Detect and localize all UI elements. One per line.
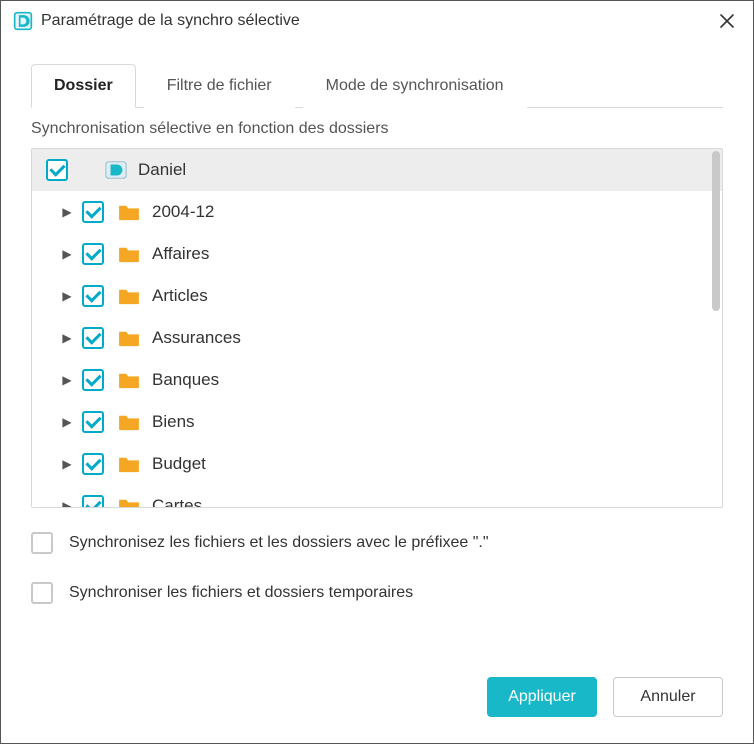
app-icon xyxy=(13,11,33,31)
tree-checkbox[interactable] xyxy=(82,411,104,433)
tree-checkbox[interactable] xyxy=(82,369,104,391)
tree-row[interactable]: ▶ 2004-12 xyxy=(32,191,722,233)
tree-row[interactable]: ▶ Affaires xyxy=(32,233,722,275)
tree-row[interactable]: ▶ Cartes xyxy=(32,485,722,507)
folder-icon xyxy=(118,371,140,389)
expand-icon[interactable]: ▶ xyxy=(60,457,74,471)
expand-icon[interactable]: ▶ xyxy=(60,247,74,261)
tab-mode-synchronisation[interactable]: Mode de synchronisation xyxy=(303,64,527,108)
tree-checkbox[interactable] xyxy=(82,243,104,265)
folder-icon xyxy=(118,287,140,305)
tree-root-checkbox[interactable] xyxy=(46,159,68,181)
tree-row-label: 2004-12 xyxy=(152,202,214,222)
folder-icon xyxy=(118,413,140,431)
drive-icon xyxy=(104,158,128,182)
expand-icon[interactable]: ▶ xyxy=(60,499,74,507)
titlebar: Paramétrage de la synchro sélective xyxy=(1,1,753,39)
option-sync-prefix: Synchronisez les fichiers et les dossier… xyxy=(31,532,723,554)
expand-icon[interactable]: ▶ xyxy=(60,415,74,429)
tree-checkbox[interactable] xyxy=(82,285,104,307)
tree-row-label: Affaires xyxy=(152,244,209,264)
options: Synchronisez les fichiers et les dossier… xyxy=(31,532,723,632)
tab-dossier[interactable]: Dossier xyxy=(31,64,136,108)
tree-checkbox[interactable] xyxy=(82,327,104,349)
close-icon xyxy=(720,14,734,28)
tree-checkbox[interactable] xyxy=(82,453,104,475)
scrollbar-thumb[interactable] xyxy=(712,151,720,311)
tree-row[interactable]: ▶ Articles xyxy=(32,275,722,317)
expand-icon[interactable]: ▶ xyxy=(60,331,74,345)
dialog-buttons: Appliquer Annuler xyxy=(1,677,753,743)
option-sync-temp-label: Synchroniser les fichiers et dossiers te… xyxy=(69,584,413,602)
tabs: Dossier Filtre de fichier Mode de synchr… xyxy=(31,63,723,108)
tree-row-label: Assurances xyxy=(152,328,241,348)
cancel-button[interactable]: Annuler xyxy=(613,677,723,717)
folder-icon xyxy=(118,455,140,473)
tab-filtre-fichier[interactable]: Filtre de fichier xyxy=(144,64,295,108)
tree-row-label: Budget xyxy=(152,454,206,474)
apply-button[interactable]: Appliquer xyxy=(487,677,597,717)
tree-row[interactable]: ▶ Assurances xyxy=(32,317,722,359)
expand-icon[interactable]: ▶ xyxy=(60,205,74,219)
window-title: Paramétrage de la synchro sélective xyxy=(41,12,300,30)
tab-subtitle: Synchronisation sélective en fonction de… xyxy=(31,120,723,138)
tree-row-label: Banques xyxy=(152,370,219,390)
tree-root-label: Daniel xyxy=(138,160,186,180)
option-sync-prefix-checkbox[interactable] xyxy=(31,532,53,554)
tree-row[interactable]: ▶ Banques xyxy=(32,359,722,401)
tree-row-label: Biens xyxy=(152,412,195,432)
tree-checkbox[interactable] xyxy=(82,201,104,223)
tree-row-label: Articles xyxy=(152,286,208,306)
tree-row-label: Cartes xyxy=(152,496,202,507)
expand-icon[interactable]: ▶ xyxy=(60,373,74,387)
tree-row[interactable]: ▶ Biens xyxy=(32,401,722,443)
tree-checkbox[interactable] xyxy=(82,495,104,507)
option-sync-prefix-label: Synchronisez les fichiers et les dossier… xyxy=(69,534,489,552)
option-sync-temp: Synchroniser les fichiers et dossiers te… xyxy=(31,582,723,604)
folder-tree: Daniel ▶ 2004-12 ▶ Affaires ▶ Articles xyxy=(31,148,723,508)
folder-icon xyxy=(118,203,140,221)
tree-root-row[interactable]: Daniel xyxy=(32,149,722,191)
tree-row[interactable]: ▶ Budget xyxy=(32,443,722,485)
expand-icon[interactable]: ▶ xyxy=(60,289,74,303)
folder-icon xyxy=(118,329,140,347)
folder-icon xyxy=(118,245,140,263)
dialog-window: Paramétrage de la synchro sélective Doss… xyxy=(0,0,754,744)
folder-icon xyxy=(118,497,140,507)
close-button[interactable] xyxy=(715,9,739,33)
option-sync-temp-checkbox[interactable] xyxy=(31,582,53,604)
